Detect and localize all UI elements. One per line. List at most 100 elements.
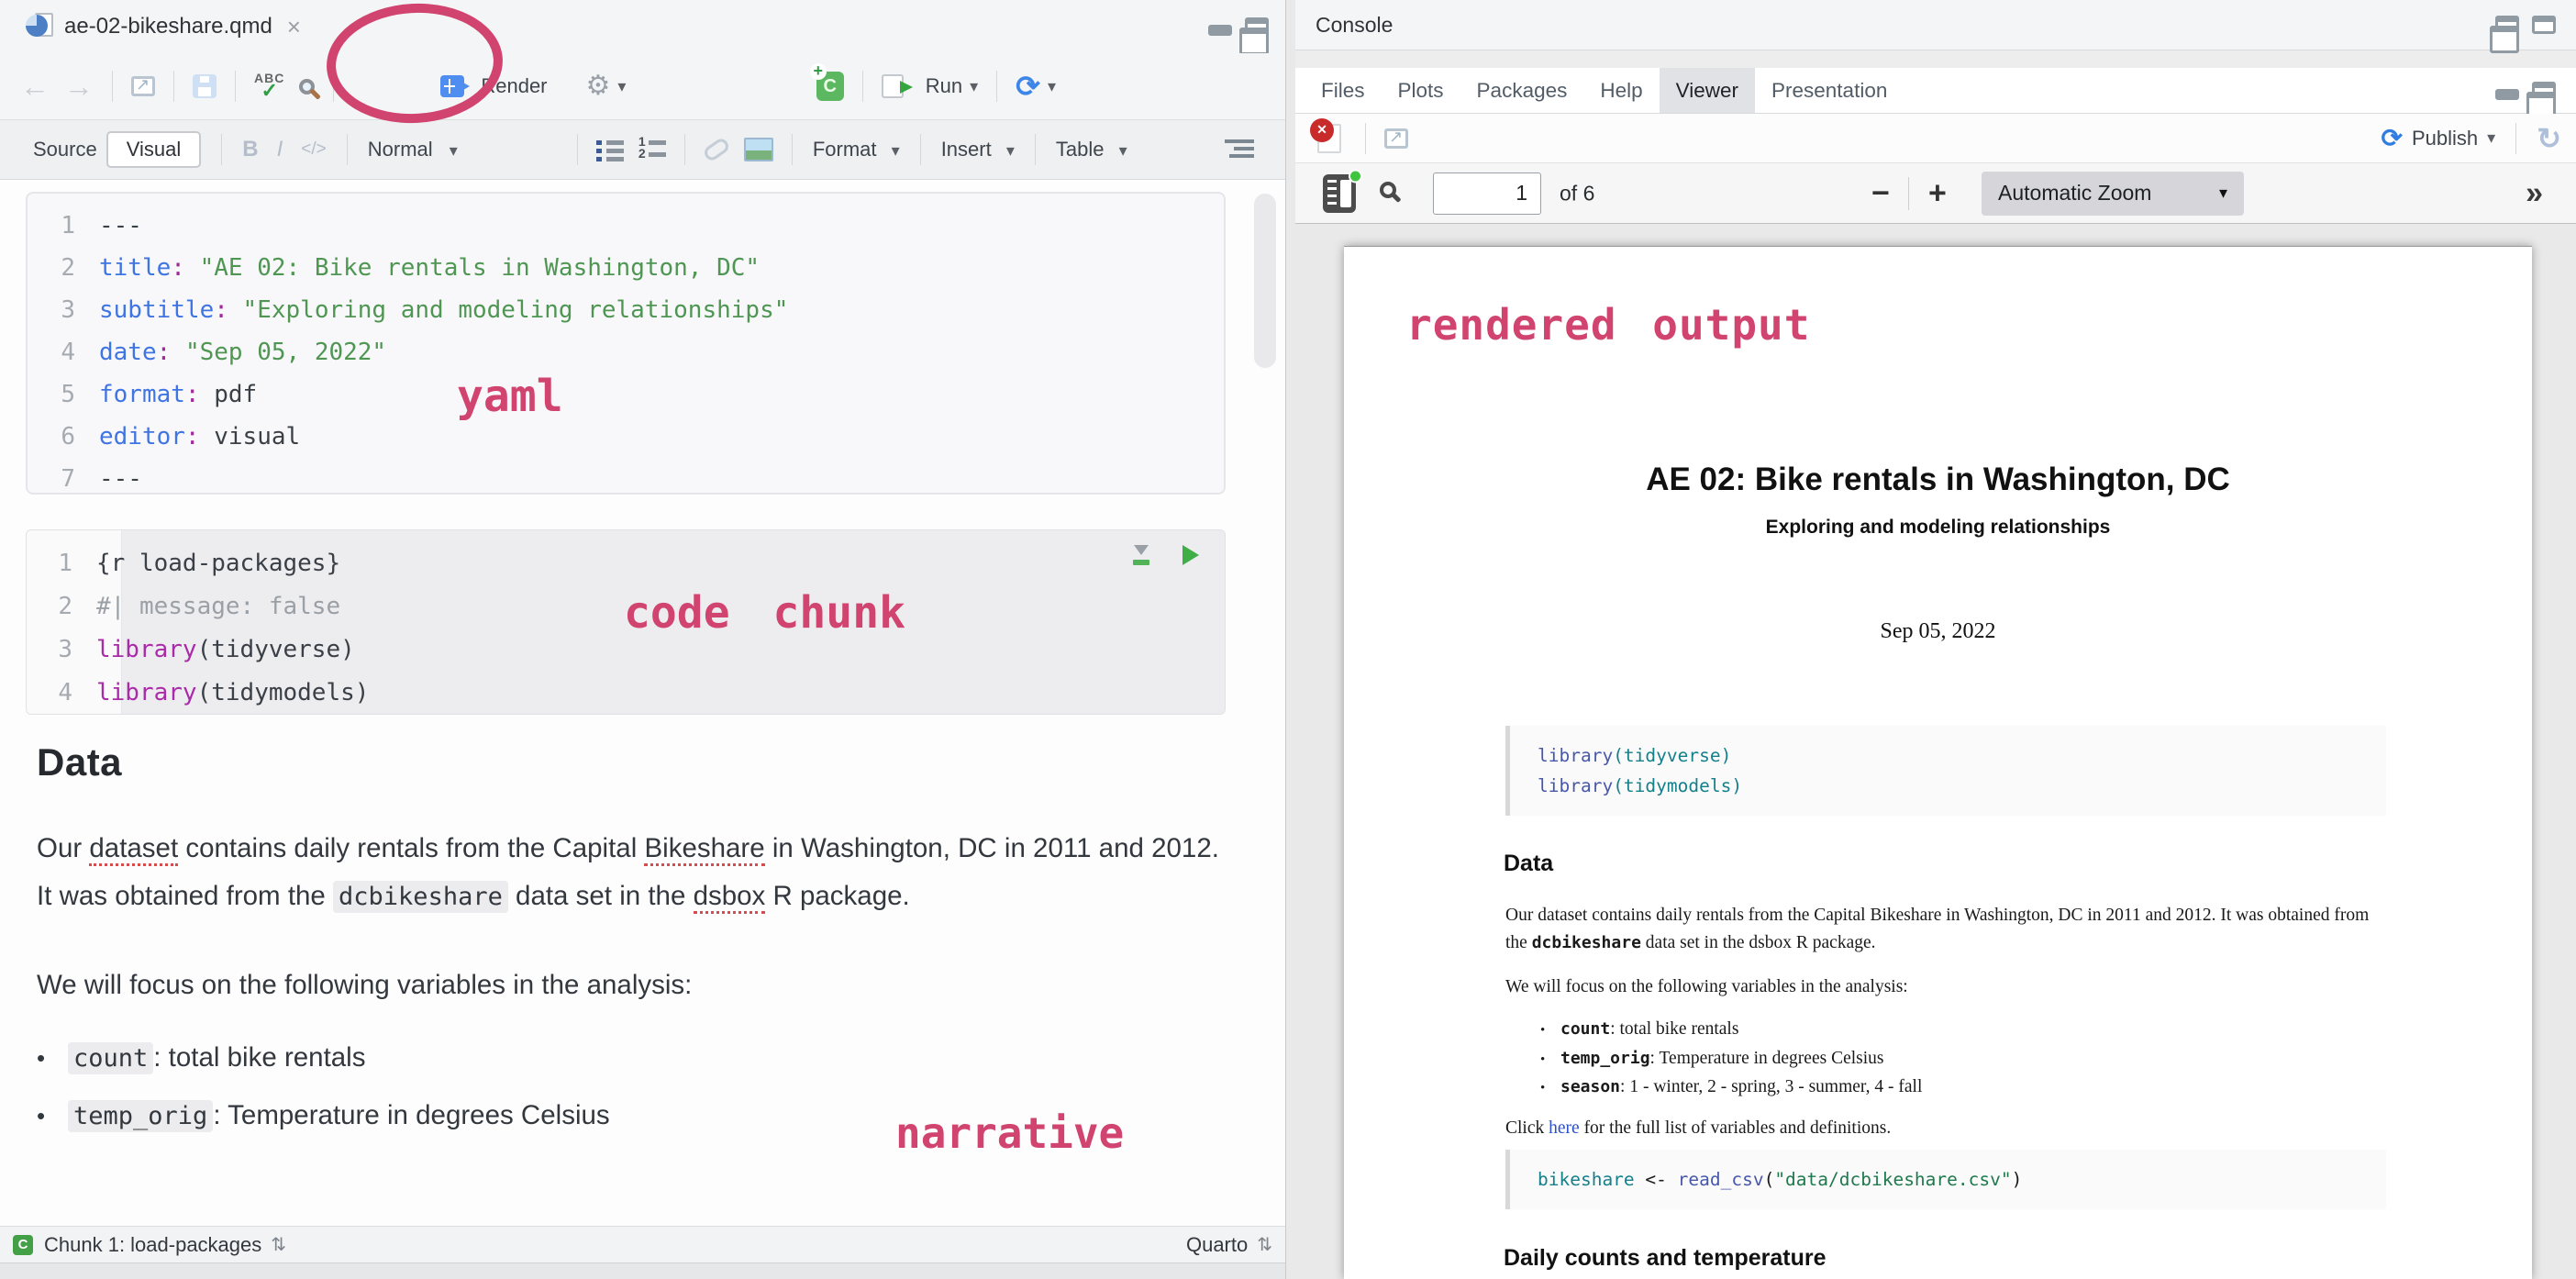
refresh-icon[interactable]: ↻ (2537, 124, 2561, 153)
list-item: •count: total bike rentals (37, 1042, 1229, 1074)
run-chunks-above-icon[interactable] (1131, 545, 1151, 565)
minimize-pane-icon[interactable] (1208, 25, 1232, 36)
narrative-text: Data Our dataset contains daily rentals … (37, 740, 1229, 1132)
tab-packages[interactable]: Packages (1460, 68, 1584, 113)
render-options-caret-icon[interactable]: ▾ (617, 77, 626, 96)
narrative-paragraph: We will focus on the following variables… (37, 962, 1229, 1009)
page-number-input[interactable] (1433, 172, 1541, 215)
insert-chunk-button[interactable]: C (809, 66, 851, 106)
run-label: Run (926, 74, 962, 98)
maximize-pane-icon[interactable] (2532, 16, 2556, 34)
forward-button[interactable]: → (57, 66, 101, 106)
forward-icon: → (64, 72, 94, 101)
pdf-paragraph: Click here for the full list of variable… (1505, 1115, 2391, 1142)
visual-editor-format-bar: Source Visual B I </> Normal ▾ Format ▾ … (0, 119, 1285, 180)
yaml-line: 6editor: visual (28, 416, 1224, 458)
image-button[interactable] (737, 132, 781, 167)
back-button[interactable]: ← (13, 66, 57, 106)
inline-code: dcbikeshare (333, 881, 508, 913)
doc-type-caret-icon[interactable]: ⇅ (1257, 1233, 1272, 1256)
open-in-browser-button[interactable] (1377, 123, 1416, 154)
section-heading: Data (37, 740, 1229, 784)
yaml-block[interactable]: 1--- 2title: "AE 02: Bike rentals in Was… (26, 192, 1226, 495)
publish-caret-icon[interactable]: ▾ (2487, 128, 2495, 148)
bullet-list-button[interactable] (589, 132, 631, 167)
code-chunk-block[interactable]: 1{r load-packages} 2#| message: false 3l… (26, 529, 1226, 715)
bullet-list: •count: total bike rentals •temp_orig: T… (37, 1042, 1229, 1132)
table-menu-caret-icon: ▾ (1119, 141, 1127, 160)
numbered-list-button[interactable] (631, 132, 673, 167)
code-format-button[interactable]: </> (292, 139, 335, 160)
run-button[interactable]: Run ▾ (874, 69, 985, 104)
zoom-out-button[interactable]: − (1871, 175, 1890, 211)
stop-button[interactable] (1310, 118, 1349, 159)
doc-type-label[interactable]: Quarto (1186, 1233, 1248, 1257)
document-tab-title[interactable]: ae-02-bikeshare.qmd (64, 14, 272, 39)
maximize-pane-icon[interactable] (1245, 17, 1269, 36)
pdf-code-block: library(tidyverse) library(tidymodels) (1505, 726, 2386, 816)
annotation-rendered-output: rendered output (1406, 300, 1810, 350)
chunk-line: 1{r load-packages} (27, 541, 1225, 584)
chunk-line: 4library(tidymodels) (27, 671, 1225, 714)
run-chunk-icon[interactable] (1183, 545, 1199, 565)
inline-code: count (68, 1042, 153, 1074)
document-tab[interactable]: ae-02-bikeshare.qmd × (17, 0, 310, 53)
restore-pane-icon[interactable] (2532, 82, 2556, 100)
editor-tab-bar: ae-02-bikeshare.qmd × (0, 0, 1285, 53)
pdf-viewer-content[interactable]: rendered output AE 02: Bike rentals in W… (1295, 224, 2576, 1279)
visual-mode-toggle[interactable]: Visual (106, 131, 202, 168)
spellcheck-button[interactable]: ABC✓ (247, 66, 292, 106)
zoom-level-label: Automatic Zoom (1998, 181, 2151, 206)
bold-button[interactable]: B (233, 137, 267, 162)
narrative-paragraph: Our dataset contains daily rentals from … (37, 825, 1229, 921)
editor-scrollbar[interactable] (1254, 194, 1276, 368)
zoom-in-button[interactable]: + (1928, 175, 1947, 211)
pdf-bullet-list: •count: total bike rentals •temp_orig: T… (1540, 1016, 2366, 1103)
minimize-pane-icon[interactable] (2495, 89, 2519, 100)
console-header: Console (1295, 0, 2576, 50)
yaml-line: 5format: pdf (28, 373, 1224, 416)
format-menu[interactable]: Format ▾ (804, 132, 909, 167)
chunk-status-label[interactable]: Chunk 1: load-packages (44, 1233, 261, 1257)
console-title[interactable]: Console (1316, 13, 1393, 38)
tab-viewer[interactable]: Viewer (1660, 68, 1755, 113)
source-document-button[interactable]: ⟳ ▾ (1008, 66, 1063, 106)
tab-files[interactable]: Files (1305, 68, 1382, 113)
source-mode-toggle[interactable]: Source (24, 132, 106, 167)
link-button[interactable] (696, 137, 737, 162)
insert-menu[interactable]: Insert ▾ (932, 132, 1024, 167)
publish-label[interactable]: Publish (2412, 127, 2478, 150)
italic-button[interactable]: I (268, 137, 293, 162)
zoom-level-dropdown[interactable]: Automatic Zoom ▾ (1982, 172, 2244, 216)
save-icon (193, 74, 217, 98)
popout-icon (1384, 128, 1408, 149)
insert-menu-caret-icon: ▾ (1006, 141, 1015, 160)
render-settings-button[interactable]: ⚙ (579, 67, 618, 106)
paragraph-style-dropdown[interactable]: Normal ▾ (359, 132, 467, 167)
pdf-title: AE 02: Bike rentals in Washington, DC (1344, 462, 2532, 498)
zoom-caret-icon: ▾ (2219, 184, 2227, 203)
visual-editor-canvas[interactable]: 1--- 2title: "AE 02: Bike rentals in Was… (0, 181, 1285, 1226)
restore-pane-icon[interactable] (2495, 16, 2519, 34)
chunk-line: 3library(tidyverse) (27, 628, 1225, 671)
save-button[interactable] (185, 69, 224, 104)
toolbar-more-icon[interactable]: » (2526, 175, 2543, 211)
run-icon (882, 74, 904, 98)
tab-presentation[interactable]: Presentation (1755, 68, 1904, 113)
right-pane: Console Files Plots Packages Help Viewer… (1295, 0, 2576, 1279)
outline-toggle-button[interactable] (1217, 133, 1261, 166)
search-icon (299, 79, 315, 95)
source-options-caret-icon: ▾ (1048, 77, 1056, 96)
outline-icon (1225, 139, 1254, 161)
list-item: •temp_orig: Temperature in degrees Celsi… (37, 1100, 1229, 1132)
table-menu[interactable]: Table ▾ (1047, 132, 1137, 167)
chunk-nav-icon[interactable]: ⇅ (271, 1233, 286, 1256)
tab-plots[interactable]: Plots (1382, 68, 1460, 113)
tab-help[interactable]: Help (1583, 68, 1659, 113)
pdf-search-icon[interactable] (1380, 182, 1396, 198)
tab-close-icon[interactable]: × (287, 13, 301, 41)
render-button[interactable]: Render (433, 69, 554, 104)
pdf-link[interactable]: here (1549, 1118, 1580, 1138)
find-replace-button[interactable] (292, 73, 322, 100)
open-in-new-window-button[interactable] (124, 71, 162, 102)
